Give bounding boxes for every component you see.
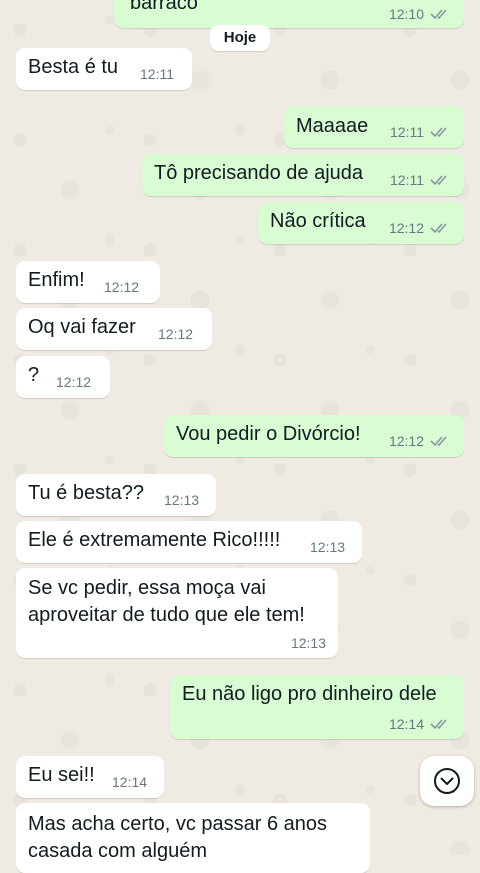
message-bubble-outgoing[interactable]: barraco 12:10: [114, 0, 464, 28]
message-bubble-incoming[interactable]: Ele é extremamente Rico!!!!! 12:13: [16, 521, 362, 563]
message-text: Ele é extremamente Rico!!!!!: [28, 529, 281, 551]
message-bubble-incoming[interactable]: Se vc pedir, essa moça vai aproveitar de…: [16, 568, 338, 658]
double-check-icon: [430, 9, 447, 20]
message-bubble-incoming[interactable]: Besta é tu 12:11: [16, 48, 192, 90]
message-text: barraco: [130, 0, 198, 14]
message-text: Enfim!: [28, 269, 85, 291]
double-check-icon: [430, 719, 447, 730]
chevron-down-icon: [434, 768, 460, 794]
message-time: 12:12: [388, 220, 424, 236]
message-bubble-incoming[interactable]: Tu é besta?? 12:13: [16, 474, 216, 516]
message-text: Tu é besta??: [28, 482, 145, 504]
message-time: 12:13: [290, 635, 326, 651]
message-bubble-incoming[interactable]: Mas acha certo, vc passar 6 anos casada …: [16, 803, 370, 873]
message-text: Não crítica: [270, 210, 366, 232]
message-text: Eu sei!!: [28, 764, 95, 786]
message-text-line-2: casada com alguém: [28, 840, 207, 862]
message-time: 12:11: [390, 124, 424, 140]
message-time: 12:12: [104, 279, 140, 295]
double-check-icon: [430, 127, 447, 138]
message-time: 12:11: [140, 66, 174, 82]
double-check-icon: [430, 436, 447, 447]
message-time: 12:12: [158, 326, 194, 342]
message-bubble-incoming[interactable]: Enfim! 12:12: [16, 261, 160, 303]
message-bubble-outgoing[interactable]: Vou pedir o Divórcio! 12:12: [164, 415, 464, 457]
message-time: 12:14: [388, 716, 424, 732]
message-text-line-2: aproveitar de tudo que ele tem!: [28, 604, 305, 626]
message-bubble-outgoing[interactable]: Tô precisando de ajuda 12:11: [142, 154, 464, 196]
message-text: Eu não ligo pro dinheiro dele: [182, 683, 437, 705]
message-bubble-outgoing[interactable]: Não crítica 12:12: [258, 202, 464, 244]
double-check-icon: [430, 223, 447, 234]
message-time: 12:11: [390, 172, 424, 188]
message-time: 12:12: [56, 374, 92, 390]
message-time: 12:13: [164, 492, 200, 508]
message-time: 12:10: [388, 6, 424, 22]
message-bubble-incoming[interactable]: Eu sei!! 12:14: [16, 756, 164, 798]
scroll-to-bottom-button[interactable]: [420, 756, 474, 806]
message-text: Vou pedir o Divórcio!: [176, 423, 361, 445]
message-time: 12:14: [112, 774, 148, 790]
message-text-line-1: Se vc pedir, essa moça vai: [28, 577, 266, 599]
message-bubble-incoming[interactable]: Oq vai fazer 12:12: [16, 308, 212, 350]
message-text: Besta é tu: [28, 56, 119, 78]
message-time: 12:13: [310, 539, 346, 555]
message-bubble-incoming[interactable]: ? 12:12: [16, 356, 110, 398]
message-bubble-outgoing[interactable]: Eu não ligo pro dinheiro dele 12:14: [170, 675, 464, 739]
message-text: Tô precisando de ajuda: [154, 162, 364, 184]
message-text-line-1: Mas acha certo, vc passar 6 anos: [28, 813, 328, 835]
message-text: Oq vai fazer: [28, 316, 136, 338]
message-text: ?: [28, 364, 40, 386]
date-divider: Hoje: [210, 25, 270, 51]
message-bubble-outgoing[interactable]: Maaaae 12:11: [284, 106, 464, 148]
message-time: 12:12: [388, 433, 424, 449]
double-check-icon: [430, 175, 447, 186]
message-text: Maaaae: [296, 115, 369, 137]
